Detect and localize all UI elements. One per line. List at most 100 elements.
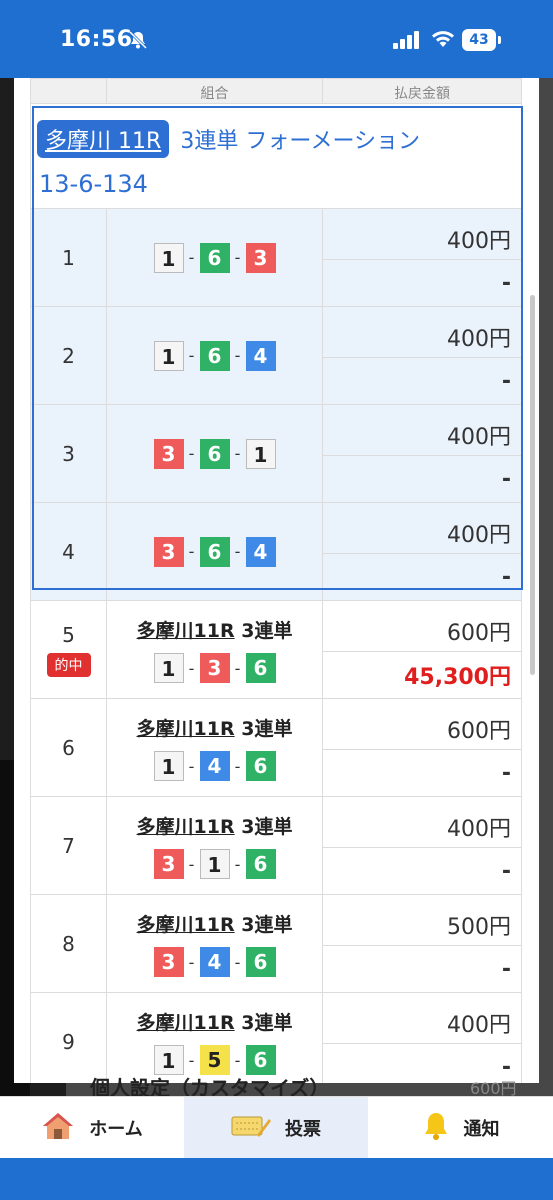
payout-amount: - — [322, 455, 522, 503]
bet-history-modal[interactable]: 組合 払戻金額 多摩川 11R 3連単 フォーメーション 13-6-134 1 … — [14, 78, 539, 1083]
row-number: 6 — [30, 698, 107, 797]
bet-amount: 600円 — [322, 698, 522, 750]
boat-combination: 3-1-6 — [107, 849, 322, 879]
bet-amount: 400円 — [322, 306, 522, 358]
bet-amount: 600円 — [322, 600, 522, 652]
bet-amount: 400円 — [322, 796, 522, 848]
boat-badge: 6 — [199, 340, 230, 371]
venue-link[interactable]: 多摩川 11R — [37, 120, 170, 158]
row-number: 4 — [30, 502, 107, 601]
header-payout: 払戻金額 — [322, 78, 522, 104]
bet-table: 組合 払戻金額 多摩川 11R 3連単 フォーメーション 13-6-134 1 … — [30, 78, 522, 1083]
boat-badge: 3 — [153, 438, 184, 469]
table-row: 2 1-6-4 400円 — [30, 306, 522, 405]
boat-combination: 1-5-6 — [107, 1045, 322, 1075]
boat-badge: 4 — [199, 751, 230, 781]
bet-amount: 400円 — [322, 208, 522, 260]
boat-badge: 1 — [153, 653, 184, 683]
boat-badge: 3 — [153, 536, 184, 567]
bell-icon — [422, 1111, 450, 1146]
race-link[interactable]: 多摩川11R — [137, 914, 235, 936]
header-combination: 組合 — [106, 78, 323, 104]
boat-badge: 1 — [153, 751, 184, 781]
payout-amount: - — [322, 553, 522, 601]
race-link[interactable]: 多摩川11R — [137, 1012, 235, 1034]
boat-badge: 6 — [245, 947, 276, 977]
boat-combination: 3-6-4 — [106, 502, 323, 601]
boat-badge: 6 — [245, 751, 276, 781]
status-time: 16:56 — [60, 27, 133, 52]
boat-badge: 1 — [199, 849, 230, 879]
bet-type-label: 3連単 — [241, 914, 293, 936]
boat-combination: 1-4-6 — [107, 751, 322, 781]
race-link[interactable]: 多摩川11R — [137, 816, 235, 838]
payout-amount: - — [322, 847, 522, 895]
row-number: 9 — [30, 992, 107, 1083]
boat-badge: 4 — [245, 536, 276, 567]
row-number: 3 — [30, 404, 107, 503]
table-row: 3 3-6-1 400円 — [30, 404, 522, 503]
boat-badge: 3 — [245, 242, 276, 273]
bet-type-label: 3連単 — [241, 1012, 293, 1034]
boat-combination: 1-6-4 — [106, 306, 323, 405]
hit-badge: 的中 — [46, 652, 91, 677]
bell-off-icon — [128, 30, 148, 54]
boat-combination: 3-6-1 — [106, 404, 323, 503]
payout-amount: - — [322, 259, 522, 307]
boat-badge: 4 — [245, 340, 276, 371]
race-link[interactable]: 多摩川11R — [137, 620, 235, 642]
status-bar: 16:56 43 — [0, 0, 553, 78]
boat-badge: 6 — [199, 438, 230, 469]
row-number: 2 — [30, 306, 107, 405]
table-row: 9 多摩川11R 3連単 1-5-6 400円 — [30, 992, 522, 1083]
boat-badge: 5 — [199, 1045, 230, 1075]
race-link[interactable]: 多摩川11R — [137, 718, 235, 740]
boat-badge: 3 — [199, 653, 230, 683]
boat-combination: 3-4-6 — [107, 947, 322, 977]
bet-amount: 400円 — [322, 404, 522, 456]
nav-vote[interactable]: 投票 — [184, 1097, 368, 1159]
boat-badge: 1 — [245, 438, 276, 469]
modal-scrollbar[interactable] — [530, 295, 535, 675]
bet-amount: 400円 — [322, 502, 522, 554]
bet-amount: 400円 — [322, 992, 522, 1044]
boat-badge: 6 — [199, 536, 230, 567]
table-header-row: 組合 払戻金額 — [30, 78, 522, 104]
table-row: 6 多摩川11R 3連単 1-4-6 600円 — [30, 698, 522, 797]
row-number: 7 — [30, 796, 107, 895]
house-icon — [41, 1111, 75, 1146]
nav-home[interactable]: ホーム — [0, 1097, 184, 1159]
header-no — [30, 78, 107, 104]
table-row: 1 1-6-3 400円 — [30, 208, 522, 307]
boat-badge: 6 — [245, 849, 276, 879]
battery-icon: 43 — [462, 29, 496, 51]
bet-type-label: 3連単 — [241, 620, 293, 642]
formation-combo: 13-6-134 — [39, 170, 148, 198]
table-row: 8 多摩川11R 3連単 3-4-6 500円 — [30, 894, 522, 993]
boat-badge: 1 — [153, 340, 184, 371]
boat-badge: 3 — [153, 947, 184, 977]
payout-amount: 45,300円 — [322, 651, 522, 699]
home-indicator-area — [0, 1158, 553, 1200]
table-row: 7 多摩川11R 3連単 3-1-6 400円 — [30, 796, 522, 895]
nav-home-label: ホーム — [89, 1119, 143, 1140]
nav-notify[interactable]: 通知 — [368, 1097, 553, 1159]
row-number: 8 — [30, 894, 107, 993]
boat-badge: 6 — [199, 242, 230, 273]
bottom-nav: ホーム 投票 通知 — [0, 1096, 553, 1159]
payout-amount: - — [322, 749, 522, 797]
bet-type-label: 3連単 — [241, 718, 293, 740]
nav-notify-label: 通知 — [463, 1119, 500, 1140]
payout-amount: - — [322, 945, 522, 993]
boat-badge: 4 — [199, 947, 230, 977]
payout-amount: - — [322, 357, 522, 405]
row-number: 1 — [30, 208, 107, 307]
bet-type-label: 3連単 フォーメーション — [180, 129, 421, 154]
cellular-signal-icon — [393, 31, 421, 53]
boat-combination: 1-3-6 — [107, 653, 322, 683]
boat-combination: 1-6-3 — [106, 208, 323, 307]
wifi-icon — [430, 29, 456, 53]
table-row: 4 3-6-4 400円 — [30, 502, 522, 601]
nav-vote-label: 投票 — [285, 1119, 321, 1140]
bet-amount: 500円 — [322, 894, 522, 946]
